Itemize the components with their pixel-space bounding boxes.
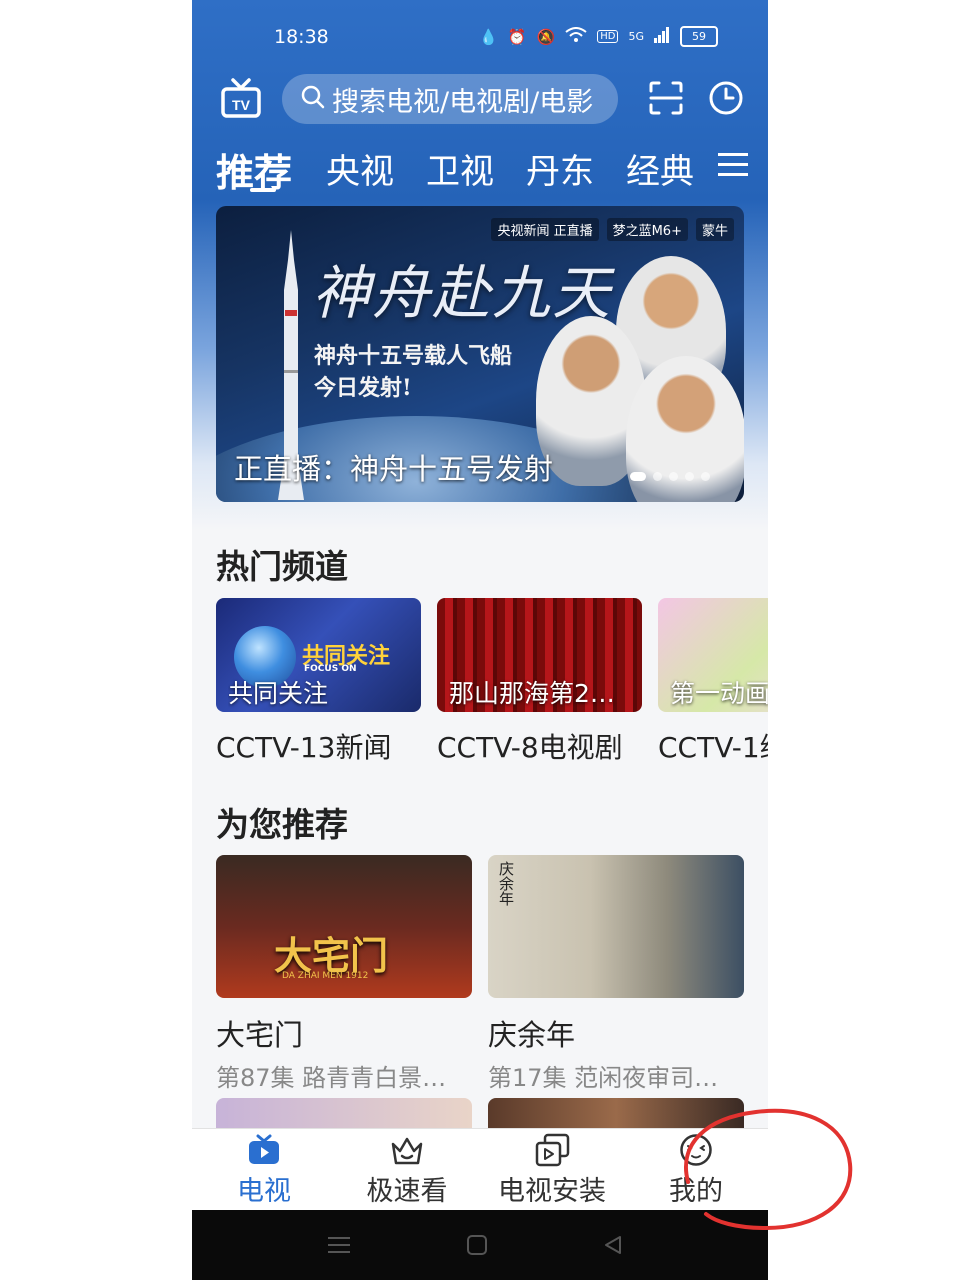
network-label: 5G [628,30,644,43]
search-icon [300,84,326,114]
banner-sponsors: 央视新闻 正直播 梦之蓝M6+ 蒙牛 [491,218,734,241]
recommend-title: 为您推荐 [216,805,348,844]
poster-subtitle-art: DA ZHAI MEN 1912 [282,971,369,981]
tv-logo-icon[interactable]: TV [220,78,262,120]
mute-icon: 🔕 [536,27,556,46]
hot-channels-title: 热门频道 [216,547,348,586]
channel-thumbnail: 共同关注 FOCUS ON 共同关注 [216,598,421,712]
channel-thumbnail: 第一动画 [658,598,768,712]
signal-icon [654,26,670,47]
hot-channels-list: 共同关注 FOCUS ON 共同关注 CCTV-13新闻 那山那海第2… CCT… [216,598,768,768]
channel-program: 那山那海第2… [449,679,615,708]
copy-icon [492,1133,612,1167]
wifi-icon [565,26,587,47]
tab-dandong[interactable]: 丹东 [526,144,594,193]
carousel-dot [653,472,662,481]
carousel-indicator [630,472,710,481]
channel-program: 共同关注 [228,679,329,708]
banner-headline: 神舟赴九天 [312,259,613,327]
back-key-icon[interactable] [602,1234,624,1260]
nav-fast-watch[interactable]: 极速看 [347,1129,467,1208]
search-input[interactable]: 搜索电视/电视剧/电影 [282,74,618,124]
channel-name: CCTV-13新闻 [216,731,392,764]
clock-icon[interactable] [708,80,744,120]
banner-subline-2: 今日发射! [314,375,412,401]
status-bar: 18:38 💧 ⏰ 🔕 HD 5G 59 [192,22,768,56]
show-episode: 第87集 路青青白景… [216,1064,447,1092]
carousel-dot [630,472,646,481]
active-tab-indicator [250,188,276,192]
drop-icon: 💧 [479,27,498,46]
nav-tv-label: 电视 [237,1176,291,1207]
nav-tv-install[interactable]: 电视安装 [492,1129,612,1208]
search-placeholder: 搜索电视/电视剧/电影 [332,86,594,118]
show-episode: 第17集 范闲夜审司… [488,1064,719,1092]
status-icons: 💧 ⏰ 🔕 HD 5G 59 [479,26,718,47]
channel-card[interactable]: 第一动画 CCTV-1综 [658,598,768,766]
recommend-card[interactable]: 大宅门 DA ZHAI MEN 1912 大宅门 第87集 路青青白景… [216,855,472,1093]
nav-tv[interactable]: 电视 [204,1129,324,1208]
carousel-dot [701,472,710,481]
recommend-card[interactable]: 庆余年 庆余年 第17集 范闲夜审司… [488,855,744,1093]
poster-thumbnail: 大宅门 DA ZHAI MEN 1912 [216,855,472,998]
menu-icon[interactable] [718,152,748,182]
show-title: 大宅门 [216,1018,304,1052]
hero-banner[interactable]: 央视新闻 正直播 梦之蓝M6+ 蒙牛 神舟赴九天 神舟十五号载人飞船 今日发射!… [216,206,744,502]
scan-icon[interactable] [648,80,684,120]
tab-cctv[interactable]: 央视 [326,144,394,193]
battery-icon: 59 [680,26,718,47]
sponsor-1: 央视新闻 正直播 [491,218,599,241]
face-icon [636,1133,756,1167]
category-tabs: 推荐 央视 卫视 丹东 经典 [192,138,768,198]
tab-satellite[interactable]: 卫视 [426,144,494,193]
tab-classic[interactable]: 经典 [626,144,698,193]
nav-mine-label: 我的 [669,1176,723,1207]
show-title: 庆余年 [488,1018,576,1052]
status-time: 18:38 [274,26,329,48]
banner-caption: 正直播：神舟十五号发射 [234,452,554,486]
app-header: TV 搜索电视/电视剧/电影 [192,72,768,128]
bottom-nav: 电视 极速看 电视安装 我的 [192,1128,768,1211]
menu-key-icon[interactable] [328,1234,350,1260]
channel-thumbnail: 那山那海第2… [437,598,642,712]
nav-tv-install-label: 电视安装 [498,1176,606,1207]
channel-name: CCTV-8电视剧 [437,731,623,764]
poster-title-art: 庆余年 [497,861,515,906]
carousel-dot [685,472,694,481]
channel-card[interactable]: 共同关注 FOCUS ON 共同关注 CCTV-13新闻 [216,598,421,766]
sponsor-2: 梦之蓝M6+ [606,218,688,241]
nav-fast-watch-label: 极速看 [366,1176,448,1207]
channel-program: 第一动画 [670,679,768,708]
home-key-icon[interactable] [466,1234,488,1260]
crown-icon [347,1133,467,1167]
hd-icon: HD [597,30,619,43]
carousel-dot [669,472,678,481]
program-logo-sub: FOCUS ON [304,664,357,674]
tv-play-icon [204,1133,324,1167]
phone-screen: 18:38 💧 ⏰ 🔕 HD 5G 59 TV 搜索电视/电视剧/电影 推荐 央… [192,0,768,1280]
poster-thumbnail: 庆余年 [488,855,744,998]
nav-mine[interactable]: 我的 [636,1129,756,1208]
sponsor-3: 蒙牛 [695,218,734,241]
svg-text:TV: TV [232,97,251,113]
system-nav-bar [192,1210,768,1280]
banner-subline-1: 神舟十五号载人飞船 [314,343,513,369]
channel-name: CCTV-1综 [658,731,768,764]
channel-card[interactable]: 那山那海第2… CCTV-8电视剧 [437,598,642,766]
alarm-icon: ⏰ [507,27,527,46]
